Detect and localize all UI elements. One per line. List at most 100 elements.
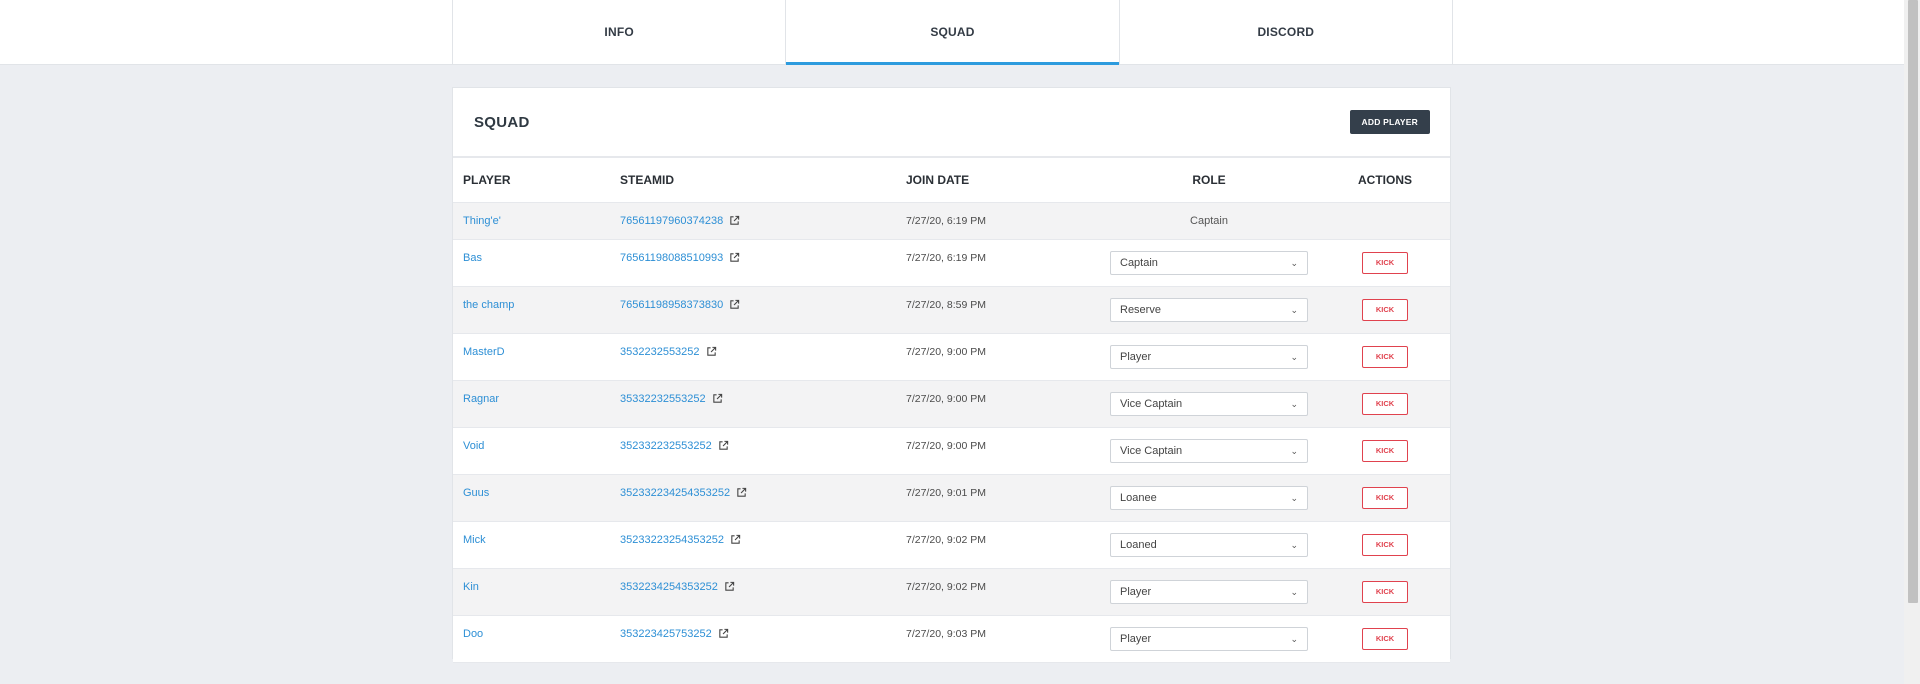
- role-cell: Player ⌄: [1098, 568, 1320, 616]
- add-player-button[interactable]: ADD PLAYER: [1349, 110, 1430, 134]
- external-link-icon[interactable]: [718, 440, 729, 451]
- external-link-icon[interactable]: [729, 215, 740, 226]
- actions-cell: [1320, 202, 1450, 240]
- join-date: 7/27/20, 9:00 PM: [906, 393, 986, 405]
- external-link-icon[interactable]: [706, 346, 717, 357]
- role-select[interactable]: Player ⌄: [1110, 580, 1308, 604]
- role-select[interactable]: Player ⌄: [1110, 627, 1308, 651]
- player-link[interactable]: Void: [463, 440, 484, 452]
- chevron-down-icon: ⌄: [1290, 304, 1298, 315]
- player-link[interactable]: Ragnar: [463, 393, 499, 405]
- column-header-player[interactable]: PLAYER: [453, 158, 611, 203]
- tab-info[interactable]: INFO: [453, 0, 787, 64]
- kick-button[interactable]: KICK: [1362, 252, 1408, 274]
- chevron-down-icon: ⌄: [1290, 351, 1298, 362]
- role-select[interactable]: Captain ⌄: [1110, 251, 1308, 275]
- player-link[interactable]: MasterD: [463, 346, 505, 358]
- role-select-value: Vice Captain: [1120, 445, 1183, 457]
- page-title: SQUAD: [474, 114, 530, 131]
- player-link[interactable]: Kin: [463, 581, 479, 593]
- player-cell: Doo: [453, 615, 611, 663]
- role-text: Captain: [1190, 215, 1228, 227]
- tab-discord[interactable]: DISCORD: [1120, 0, 1452, 64]
- role-cell: Loaned ⌄: [1098, 521, 1320, 569]
- steamid-link[interactable]: 35332232553252: [620, 393, 706, 405]
- steamid-link[interactable]: 352332232553252: [620, 440, 712, 452]
- column-header-join-date[interactable]: JOIN DATE: [897, 158, 1098, 203]
- steamid-cell: 76561197960374238: [611, 202, 897, 240]
- role-select[interactable]: Loanee ⌄: [1110, 486, 1308, 510]
- steamid-link[interactable]: 353223425753252: [620, 628, 712, 640]
- external-link-icon[interactable]: [730, 534, 741, 545]
- role-cell: Reserve ⌄: [1098, 286, 1320, 334]
- role-cell: Captain: [1098, 202, 1320, 240]
- role-select[interactable]: Vice Captain ⌄: [1110, 392, 1308, 416]
- kick-button[interactable]: KICK: [1362, 581, 1408, 603]
- join-date: 7/27/20, 6:19 PM: [906, 215, 986, 227]
- tab-bar: INFO SQUAD DISCORD: [452, 0, 1453, 65]
- role-cell: Player ⌄: [1098, 615, 1320, 663]
- join-date-cell: 7/27/20, 9:00 PM: [897, 333, 1098, 381]
- player-link[interactable]: Bas: [463, 252, 482, 264]
- steamid-link[interactable]: 352332234254353252: [620, 487, 730, 499]
- chevron-down-icon: ⌄: [1290, 398, 1298, 409]
- kick-button[interactable]: KICK: [1362, 346, 1408, 368]
- external-link-icon[interactable]: [736, 487, 747, 498]
- steamid-link[interactable]: 76561197960374238: [620, 215, 723, 227]
- steamid-link[interactable]: 3532234254353252: [620, 581, 718, 593]
- tab-squad[interactable]: SQUAD: [786, 0, 1120, 65]
- player-cell: Void: [453, 427, 611, 475]
- chevron-down-icon: ⌄: [1290, 257, 1298, 268]
- role-cell: Player ⌄: [1098, 333, 1320, 381]
- join-date-cell: 7/27/20, 9:00 PM: [897, 380, 1098, 428]
- player-cell: MasterD: [453, 333, 611, 381]
- player-cell: Guus: [453, 474, 611, 522]
- join-date: 7/27/20, 9:00 PM: [906, 440, 986, 452]
- role-cell: Captain ⌄: [1098, 239, 1320, 287]
- kick-button[interactable]: KICK: [1362, 534, 1408, 556]
- external-link-icon[interactable]: [712, 393, 723, 404]
- squad-card: SQUAD ADD PLAYER PLAYER STEAMID JOIN DAT…: [452, 87, 1451, 663]
- kick-button[interactable]: KICK: [1362, 440, 1408, 462]
- player-link[interactable]: Thing'e': [463, 215, 501, 227]
- role-select[interactable]: Player ⌄: [1110, 345, 1308, 369]
- steamid-link[interactable]: 35233223254353252: [620, 534, 724, 546]
- chevron-down-icon: ⌄: [1290, 633, 1298, 644]
- column-header-role[interactable]: ROLE: [1098, 158, 1320, 203]
- player-link[interactable]: Mick: [463, 534, 486, 546]
- join-date: 7/27/20, 9:03 PM: [906, 628, 986, 640]
- scrollbar-thumb[interactable]: [1908, 0, 1918, 603]
- join-date-cell: 7/27/20, 6:19 PM: [897, 239, 1098, 287]
- player-link[interactable]: the champ: [463, 299, 514, 311]
- column-header-steamid[interactable]: STEAMID: [611, 158, 897, 203]
- actions-cell: KICK: [1320, 521, 1450, 569]
- role-select[interactable]: Loaned ⌄: [1110, 533, 1308, 557]
- scrollbar[interactable]: [1904, 0, 1920, 684]
- steamid-cell: 76561198088510993: [611, 239, 897, 287]
- steamid-link[interactable]: 76561198958373830: [620, 299, 723, 311]
- external-link-icon[interactable]: [729, 299, 740, 310]
- role-select[interactable]: Vice Captain ⌄: [1110, 439, 1308, 463]
- table-header-row: PLAYER STEAMID JOIN DATE ROLE ACTIONS: [453, 158, 1450, 203]
- actions-cell: KICK: [1320, 380, 1450, 428]
- role-select[interactable]: Reserve ⌄: [1110, 298, 1308, 322]
- steamid-cell: 3532232553252: [611, 333, 897, 381]
- table-row: Kin 3532234254353252 7/27/20, 9:02 PM Playe…: [453, 568, 1450, 616]
- tab-label: INFO: [604, 25, 634, 39]
- join-date-cell: 7/27/20, 9:02 PM: [897, 568, 1098, 616]
- join-date: 7/27/20, 9:02 PM: [906, 534, 986, 546]
- steamid-link[interactable]: 3532232553252: [620, 346, 700, 358]
- player-cell: Thing'e': [453, 202, 611, 240]
- kick-button[interactable]: KICK: [1362, 299, 1408, 321]
- external-link-icon[interactable]: [729, 252, 740, 263]
- actions-cell: KICK: [1320, 568, 1450, 616]
- player-link[interactable]: Guus: [463, 487, 489, 499]
- kick-button[interactable]: KICK: [1362, 628, 1408, 650]
- kick-button[interactable]: KICK: [1362, 487, 1408, 509]
- column-header-actions: ACTIONS: [1320, 158, 1450, 203]
- kick-button[interactable]: KICK: [1362, 393, 1408, 415]
- external-link-icon[interactable]: [718, 628, 729, 639]
- player-link[interactable]: Doo: [463, 628, 483, 640]
- steamid-link[interactable]: 76561198088510993: [620, 252, 723, 264]
- external-link-icon[interactable]: [724, 581, 735, 592]
